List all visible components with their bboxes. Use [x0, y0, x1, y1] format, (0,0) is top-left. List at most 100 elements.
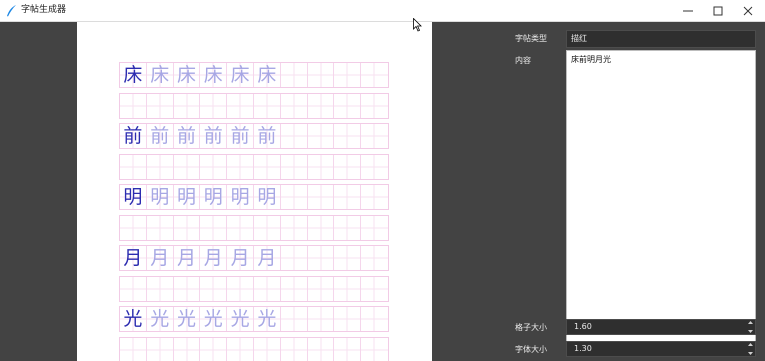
- grid-cell: 月: [200, 246, 228, 270]
- grid-cell: [307, 124, 335, 148]
- grid-cell: [280, 337, 308, 361]
- grid-cell: [120, 93, 147, 118]
- grid-cell: [146, 93, 174, 118]
- grid-cell: [280, 215, 308, 240]
- grid-cell: [200, 154, 228, 179]
- grid-cell: [280, 154, 308, 179]
- grid-size-stepper[interactable]: [747, 321, 754, 333]
- grid-cell: [361, 154, 388, 179]
- close-icon: [743, 6, 753, 16]
- trace-character: 床: [150, 64, 170, 86]
- grid-cell: 前: [120, 124, 147, 148]
- chevron-down-icon[interactable]: [748, 330, 753, 333]
- grid-cell: [280, 246, 308, 270]
- maximize-icon: [713, 6, 723, 16]
- grid-size-value: 1.60: [574, 322, 592, 331]
- trace-character: 前: [176, 125, 196, 147]
- grid-cell: [280, 93, 308, 118]
- grid-cell: 光: [253, 307, 281, 331]
- grid-cell: [173, 93, 201, 118]
- grid-cell: 光: [200, 307, 228, 331]
- grid-cell: [173, 276, 201, 301]
- grid-cell: 明: [173, 185, 201, 209]
- grid-cell: [227, 276, 254, 301]
- grid-cell: [307, 93, 335, 118]
- grid-cell: [361, 276, 388, 301]
- chevron-down-icon[interactable]: [748, 352, 753, 355]
- font-size-value: 1.30: [574, 344, 592, 353]
- grid-cell: [334, 276, 362, 301]
- grid-cell: [120, 215, 147, 240]
- grid-cell: 月: [120, 246, 147, 270]
- trace-character: 明: [150, 186, 170, 208]
- worksheet-row: [119, 153, 389, 180]
- grid-cell: 月: [253, 246, 281, 270]
- trace-character: 床: [203, 64, 223, 86]
- grid-cell: [200, 93, 228, 118]
- grid-cell: [334, 246, 362, 270]
- worksheet-row: 光光光光光光: [119, 306, 389, 332]
- font-size-stepper[interactable]: [747, 343, 754, 355]
- grid-cell: 月: [146, 246, 174, 270]
- grid-cell: [253, 154, 281, 179]
- grid-cell: [227, 215, 254, 240]
- grid-cell: 光: [173, 307, 201, 331]
- model-character: 明: [123, 186, 143, 208]
- grid-cell: 光: [146, 307, 174, 331]
- trace-character: 光: [150, 308, 170, 330]
- minimize-button[interactable]: [672, 0, 704, 22]
- grid-cell: 明: [227, 185, 254, 209]
- grid-cell: 床: [253, 63, 281, 87]
- trace-character: 光: [176, 308, 196, 330]
- trace-character: 月: [230, 247, 250, 269]
- grid-cell: [334, 337, 362, 361]
- grid-cell: 前: [253, 124, 281, 148]
- grid-cell: [361, 124, 388, 148]
- grid-cell: [253, 93, 281, 118]
- grid-cell: [280, 185, 308, 209]
- grid-cell: [146, 154, 174, 179]
- trace-character: 床: [230, 64, 250, 86]
- grid-cell: [280, 276, 308, 301]
- trace-character: 前: [150, 125, 170, 147]
- grid-cell: [307, 276, 335, 301]
- grid-cell: 床: [146, 63, 174, 87]
- grid-cell: [253, 337, 281, 361]
- grid-cell: [361, 63, 388, 87]
- minimize-icon: [683, 10, 693, 12]
- grid-cell: 床: [120, 63, 147, 87]
- trace-character: 明: [176, 186, 196, 208]
- grid-cell: [200, 215, 228, 240]
- grid-cell: [146, 215, 174, 240]
- grid-cell: [227, 337, 254, 361]
- grid-cell: 明: [120, 185, 147, 209]
- font-size-label: 字体大小: [515, 345, 547, 354]
- content-textarea[interactable]: 床前明月光: [566, 50, 756, 343]
- grid-cell: [307, 246, 335, 270]
- grid-cell: [307, 307, 335, 331]
- trace-character: 前: [257, 125, 277, 147]
- grid-size-label: 格子大小: [515, 323, 547, 332]
- grid-cell: [361, 307, 388, 331]
- worksheet-preview[interactable]: 床床床床床床前前前前前前明明明明明明月月月月月月光光光光光光: [77, 22, 432, 361]
- grid-cell: 月: [227, 246, 254, 270]
- close-button[interactable]: [732, 0, 764, 22]
- grid-size-spinbox[interactable]: 1.60: [566, 319, 756, 335]
- font-size-spinbox[interactable]: 1.30: [566, 341, 756, 357]
- type-select[interactable]: 描红: [566, 30, 756, 48]
- model-character: 床: [123, 64, 143, 86]
- trace-character: 明: [257, 186, 277, 208]
- chevron-up-icon[interactable]: [748, 343, 753, 346]
- grid-cell: [361, 215, 388, 240]
- model-character: 前: [123, 125, 143, 147]
- grid-cell: 月: [173, 246, 201, 270]
- grid-cell: [334, 215, 362, 240]
- grid-cell: [120, 276, 147, 301]
- chevron-up-icon[interactable]: [748, 321, 753, 324]
- grid-cell: [307, 63, 335, 87]
- grid-cell: 床: [200, 63, 228, 87]
- worksheet-row: 明明明明明明: [119, 184, 389, 210]
- grid-cell: 明: [253, 185, 281, 209]
- maximize-button[interactable]: [702, 0, 734, 22]
- grid-cell: [280, 124, 308, 148]
